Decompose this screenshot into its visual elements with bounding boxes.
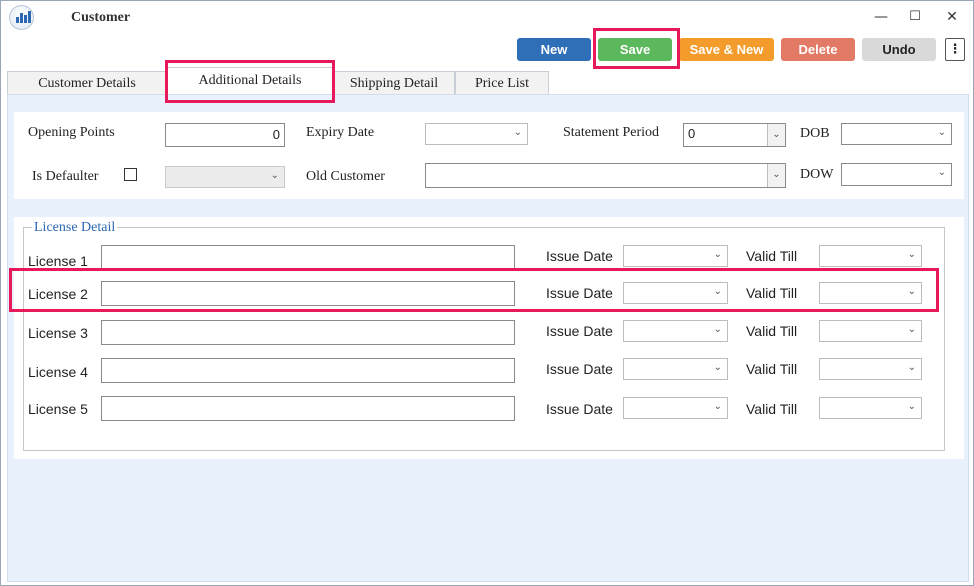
chevron-down-icon: ⌄: [907, 249, 916, 260]
expiry-date-label: Expiry Date: [306, 125, 375, 140]
is-defaulter-label: Is Defaulter: [32, 169, 99, 184]
chevron-down-icon: ⌄: [907, 362, 916, 373]
delete-button[interactable]: Delete: [781, 38, 855, 61]
license-3-input[interactable]: [101, 320, 515, 345]
chart-app-icon: [9, 5, 34, 30]
new-button[interactable]: New: [517, 38, 591, 61]
expiry-date-picker[interactable]: ⌄: [425, 123, 528, 145]
old-customer-label: Old Customer: [306, 169, 385, 184]
customer-window: Customer — ☐ ✕ New Save Save & New Delet…: [0, 0, 974, 586]
statement-period-label: Statement Period: [563, 125, 660, 140]
tab-customer-details[interactable]: Customer Details: [7, 71, 167, 95]
window-title: Customer: [71, 10, 131, 25]
chevron-down-icon: ⌄: [937, 167, 946, 178]
license-5-valid-till[interactable]: ⌄: [819, 397, 922, 419]
maximize-icon[interactable]: ☐: [904, 7, 926, 27]
old-customer-select[interactable]: ⌄: [425, 163, 786, 188]
tab-shipping-detail[interactable]: Shipping Detail: [333, 71, 455, 95]
license-detail-section: License Detail License 1 Issue Date ⌄ Va…: [14, 217, 964, 459]
chevron-down-icon: ⌄: [767, 124, 785, 146]
minimize-icon[interactable]: —: [870, 7, 892, 27]
license-5-valid-label: Valid Till: [746, 401, 798, 417]
license-2-highlight-box: [9, 268, 939, 312]
license-5-issue-date[interactable]: ⌄: [623, 397, 728, 419]
license-4-input[interactable]: [101, 358, 515, 383]
license-3-valid-label: Valid Till: [746, 323, 798, 339]
dob-label: DOB: [800, 126, 830, 141]
license-1-issue-date[interactable]: ⌄: [623, 245, 728, 267]
is-defaulter-checkbox[interactable]: [124, 168, 137, 181]
license-1-label: License 1: [28, 253, 88, 269]
undo-button[interactable]: Undo: [862, 38, 936, 61]
chevron-down-icon: ⌄: [907, 401, 916, 412]
chevron-down-icon: ⌄: [937, 127, 946, 138]
defaulter-reason-select: ⌄: [165, 166, 285, 188]
license-detail-legend: License Detail: [32, 220, 118, 236]
license-5-label: License 5: [28, 401, 88, 417]
license-5-issue-label: Issue Date: [546, 401, 613, 417]
additional-details-highlight-box: [165, 60, 335, 103]
statement-period-select[interactable]: 0 ⌄: [683, 123, 786, 147]
chevron-down-icon: ⌄: [513, 127, 522, 138]
chevron-down-icon: ⌄: [907, 324, 916, 335]
chevron-down-icon: ⌄: [713, 324, 722, 335]
chevron-down-icon: ⌄: [767, 164, 785, 187]
chevron-down-icon: ⌄: [713, 401, 722, 412]
dob-picker[interactable]: ⌄: [841, 123, 952, 145]
additional-details-panel: Opening Points 0 Expiry Date ⌄ Statement…: [7, 94, 969, 582]
chevron-down-icon: ⌄: [270, 170, 279, 181]
chevron-down-icon: ⌄: [713, 249, 722, 260]
save-and-new-button[interactable]: Save & New: [679, 38, 774, 61]
license-4-issue-label: Issue Date: [546, 361, 613, 377]
general-fields-section: Opening Points 0 Expiry Date ⌄ Statement…: [14, 112, 964, 199]
license-4-valid-till[interactable]: ⌄: [819, 358, 922, 380]
license-1-input[interactable]: [101, 245, 515, 270]
license-3-valid-till[interactable]: ⌄: [819, 320, 922, 342]
tab-price-list[interactable]: Price List: [455, 71, 549, 95]
license-4-label: License 4: [28, 364, 88, 380]
license-3-issue-label: Issue Date: [546, 323, 613, 339]
kebab-menu-icon[interactable]: ⋮: [945, 38, 965, 61]
title-bar: Customer — ☐ ✕: [1, 1, 973, 35]
license-1-valid-till[interactable]: ⌄: [819, 245, 922, 267]
opening-points-label: Opening Points: [28, 125, 115, 140]
dow-label: DOW: [800, 167, 834, 182]
dow-select[interactable]: ⌄: [841, 163, 952, 186]
license-1-valid-label: Valid Till: [746, 248, 798, 264]
license-4-valid-label: Valid Till: [746, 361, 798, 377]
license-3-issue-date[interactable]: ⌄: [623, 320, 728, 342]
license-1-issue-label: Issue Date: [546, 248, 613, 264]
close-icon[interactable]: ✕: [941, 7, 963, 27]
chevron-down-icon: ⌄: [713, 362, 722, 373]
save-highlight-box: [593, 28, 680, 69]
license-5-input[interactable]: [101, 396, 515, 421]
license-3-label: License 3: [28, 325, 88, 341]
license-4-issue-date[interactable]: ⌄: [623, 358, 728, 380]
opening-points-input[interactable]: 0: [165, 123, 285, 147]
